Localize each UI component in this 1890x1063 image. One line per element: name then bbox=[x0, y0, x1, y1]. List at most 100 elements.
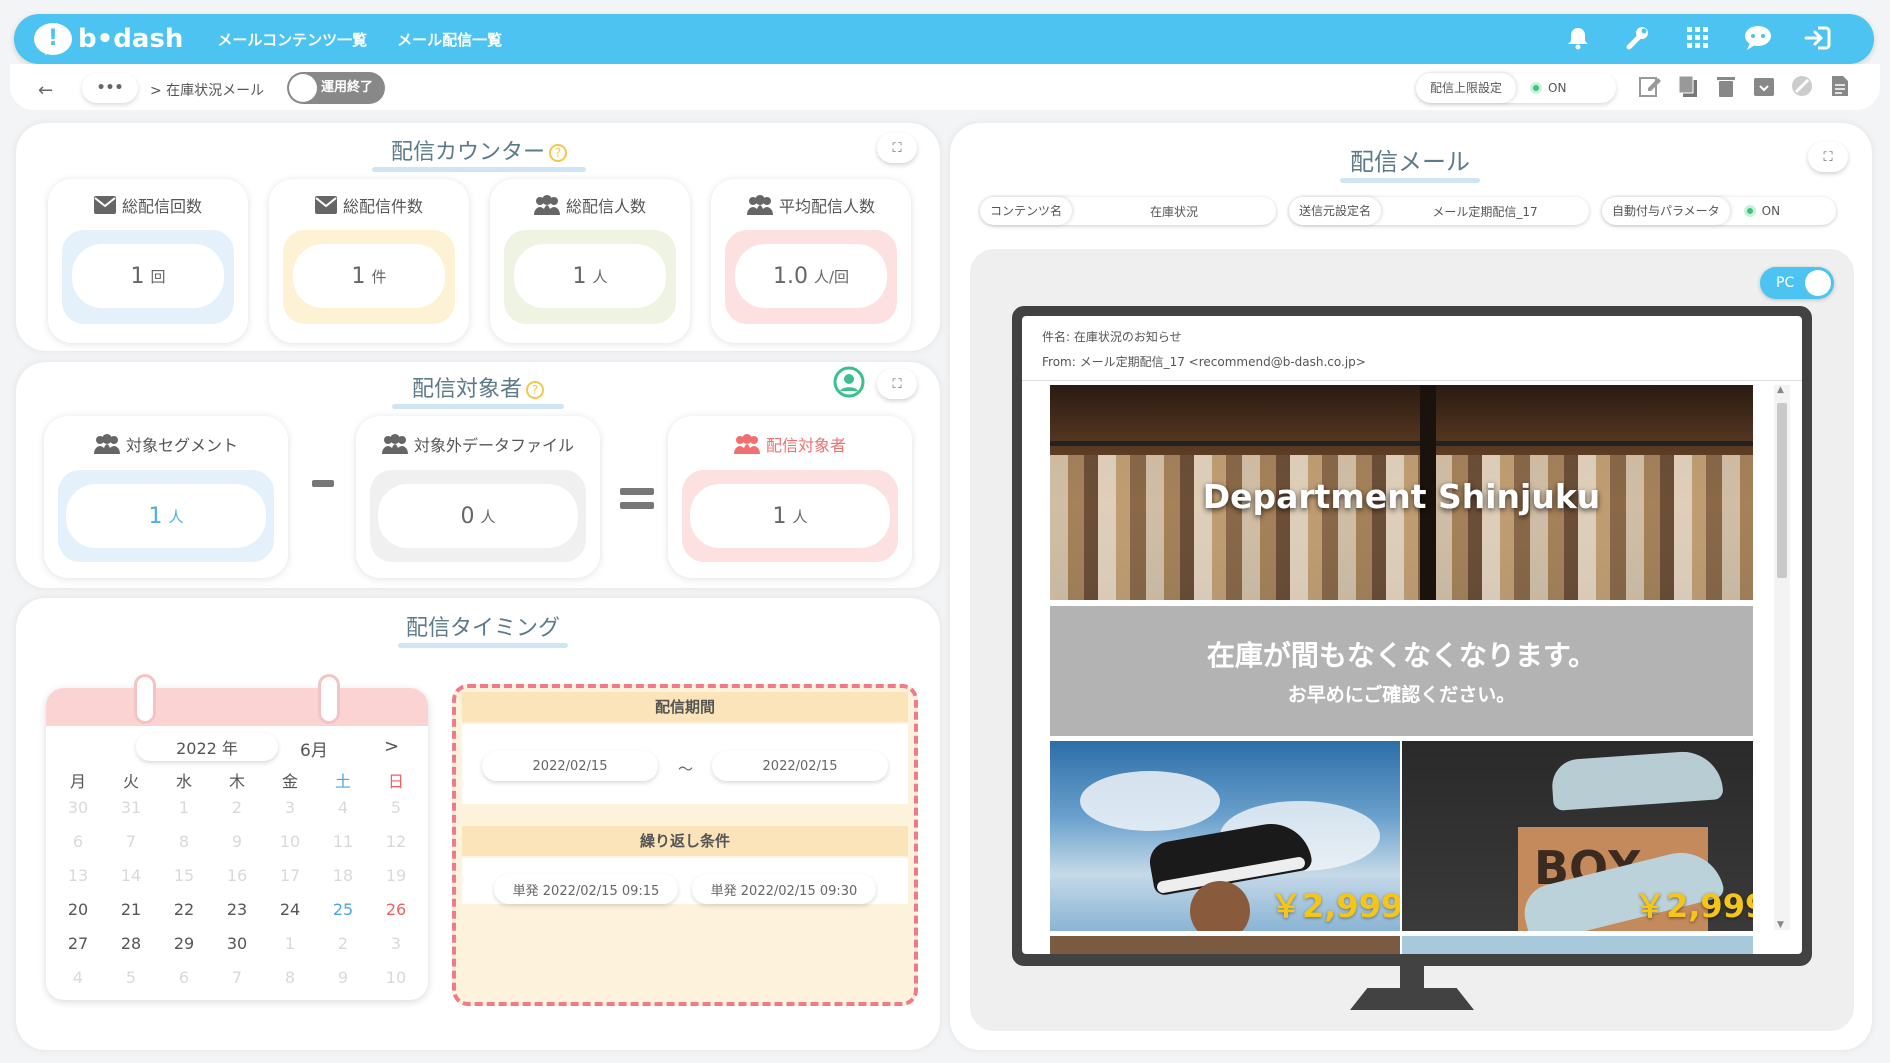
calendar-day[interactable]: 17 bbox=[268, 866, 312, 885]
calendar-day[interactable]: 15 bbox=[162, 866, 206, 885]
sender-value: メール定期配信_17 bbox=[1432, 204, 1538, 219]
calendar-day[interactable]: 10 bbox=[268, 832, 312, 851]
nav-mail-deliveries[interactable]: メール配信一覧 bbox=[397, 29, 502, 50]
sender-setting-field[interactable]: 送信元設定名 メール定期配信_17 bbox=[1289, 197, 1589, 225]
toggle-knob bbox=[1805, 270, 1831, 296]
calendar-day[interactable]: 8 bbox=[268, 968, 312, 987]
calendar-day[interactable]: 1 bbox=[268, 934, 312, 953]
mail-title-wrap: 配信メール bbox=[1340, 142, 1480, 183]
bell-icon[interactable] bbox=[1562, 22, 1594, 54]
calendar-weekday: 日 bbox=[387, 772, 404, 791]
calendar-day[interactable]: 10 bbox=[374, 968, 418, 987]
calendar-day[interactable]: 24 bbox=[268, 900, 312, 919]
calendar-day[interactable]: 3 bbox=[268, 798, 312, 817]
calendar-day[interactable]: 20 bbox=[56, 900, 100, 919]
next-month-button[interactable]: > bbox=[384, 736, 399, 757]
calendar-day[interactable]: 18 bbox=[321, 866, 365, 885]
calendar-day[interactable]: 5 bbox=[374, 798, 418, 817]
period-end-date[interactable]: 2022/02/15 bbox=[712, 751, 888, 781]
operation-toggle[interactable]: 運用終了 bbox=[287, 72, 385, 104]
edit-icon[interactable] bbox=[1638, 74, 1662, 98]
target-card-label: 配信対象者 bbox=[668, 432, 912, 456]
month-label[interactable]: 6月 bbox=[300, 736, 328, 761]
grid-icon[interactable] bbox=[1682, 22, 1714, 54]
calendar-day[interactable]: 9 bbox=[215, 832, 259, 851]
calendar-day[interactable]: 31 bbox=[109, 798, 153, 817]
scrollbar-thumb[interactable] bbox=[1777, 403, 1787, 578]
calendar-day[interactable]: 11 bbox=[321, 832, 365, 851]
repeat-item[interactable]: 単発 2022/02/15 09:30 bbox=[692, 874, 876, 904]
product-image-1[interactable]: ￥2,999 bbox=[1050, 741, 1400, 931]
calendar-day[interactable]: 14 bbox=[109, 866, 153, 885]
calendar-day[interactable]: 30 bbox=[56, 798, 100, 817]
trash-icon[interactable] bbox=[1714, 74, 1738, 98]
counter-card-label: 総配信回数 bbox=[48, 193, 248, 217]
expand-icon[interactable]: ⛶ bbox=[877, 369, 917, 399]
expand-icon[interactable]: ⛶ bbox=[1808, 142, 1848, 172]
counter-value-number: 1 bbox=[130, 263, 145, 289]
calendar-day[interactable]: 12 bbox=[374, 832, 418, 851]
calendar-header-band bbox=[46, 688, 428, 726]
calendar-day[interactable]: 21 bbox=[109, 900, 153, 919]
calendar-day[interactable]: 25 bbox=[321, 900, 365, 919]
calendar-day[interactable]: 5 bbox=[109, 968, 153, 987]
stock-banner[interactable]: 在庫が間もなくなくなります。 お早めにご確認ください。 bbox=[1050, 606, 1753, 736]
calendar-day[interactable]: 13 bbox=[56, 866, 100, 885]
calendar-day[interactable]: 1 bbox=[162, 798, 206, 817]
calendar-day[interactable]: 27 bbox=[56, 934, 100, 953]
expand-icon[interactable]: ⛶ bbox=[877, 133, 917, 163]
content-name-field[interactable]: コンテンツ名 在庫状況 bbox=[980, 197, 1276, 225]
calendar-day[interactable]: 4 bbox=[56, 968, 100, 987]
calendar-weekday: 水 bbox=[175, 772, 192, 791]
more-button[interactable]: ••• bbox=[82, 73, 138, 103]
disable-icon[interactable] bbox=[1790, 74, 1814, 98]
wrench-icon[interactable] bbox=[1622, 22, 1654, 54]
hero-image[interactable]: Department Shinjuku bbox=[1050, 385, 1753, 600]
calendar-day[interactable]: 29 bbox=[162, 934, 206, 953]
calendar-day[interactable]: 7 bbox=[215, 968, 259, 987]
delivery-limit-setting[interactable]: 配信上限設定 ON bbox=[1416, 73, 1616, 103]
counter-value: 1回 bbox=[72, 244, 224, 308]
calendar-day[interactable]: 19 bbox=[374, 866, 418, 885]
calendar-day[interactable]: 6 bbox=[162, 968, 206, 987]
calendar-day[interactable]: 22 bbox=[162, 900, 206, 919]
document-icon[interactable] bbox=[1828, 74, 1852, 98]
copy-icon[interactable] bbox=[1676, 74, 1700, 98]
device-toggle[interactable]: PC bbox=[1760, 267, 1834, 299]
auto-param-field[interactable]: 自動付与パラメータ ON bbox=[1602, 197, 1836, 225]
period-start-date[interactable]: 2022/02/15 bbox=[482, 751, 658, 781]
counter-value-unit: 回 bbox=[150, 267, 166, 286]
year-selector[interactable]: 2022 年 bbox=[136, 733, 278, 761]
calendar-day[interactable]: 28 bbox=[109, 934, 153, 953]
calendar-day[interactable]: 6 bbox=[56, 832, 100, 851]
archive-icon[interactable] bbox=[1752, 74, 1776, 98]
counter-title: 配信カウンター bbox=[390, 140, 545, 165]
nav-mail-contents[interactable]: メールコンテンツ一覧 bbox=[217, 29, 367, 50]
target-value-unit: 人 bbox=[480, 507, 496, 526]
counter-value-number: 1 bbox=[351, 263, 366, 289]
arrow-left-icon[interactable]: ← bbox=[38, 80, 53, 101]
calendar-day[interactable]: 16 bbox=[215, 866, 259, 885]
repeat-item[interactable]: 単発 2022/02/15 09:15 bbox=[494, 874, 678, 904]
help-icon[interactable]: ? bbox=[549, 144, 567, 162]
calendar-day[interactable]: 8 bbox=[162, 832, 206, 851]
logout-icon[interactable] bbox=[1802, 22, 1834, 54]
user-check-icon[interactable] bbox=[833, 366, 865, 398]
help-icon[interactable]: ? bbox=[526, 381, 544, 399]
calendar-day[interactable]: 23 bbox=[215, 900, 259, 919]
calendar-day[interactable]: 3 bbox=[374, 934, 418, 953]
calendar-day[interactable]: 30 bbox=[215, 934, 259, 953]
counter-value-number: 1 bbox=[572, 263, 587, 289]
product-image-2[interactable]: BOX ￥2,999 bbox=[1402, 741, 1753, 931]
calendar-day[interactable]: 2 bbox=[215, 798, 259, 817]
calendar-day[interactable]: 26 bbox=[374, 900, 418, 919]
chat-icon[interactable] bbox=[1742, 22, 1774, 54]
calendar-day[interactable]: 2 bbox=[321, 934, 365, 953]
preview-scrollbar[interactable]: ▲ ▼ bbox=[1774, 385, 1790, 930]
calendar-day[interactable]: 4 bbox=[321, 798, 365, 817]
calendar-day[interactable]: 9 bbox=[321, 968, 365, 987]
calendar-day[interactable]: 7 bbox=[109, 832, 153, 851]
counter-title-wrap: 配信カウンター? bbox=[372, 134, 586, 172]
bdash-logo[interactable]: ! b•dash bbox=[34, 23, 183, 55]
counter-value: 1人 bbox=[514, 244, 666, 308]
